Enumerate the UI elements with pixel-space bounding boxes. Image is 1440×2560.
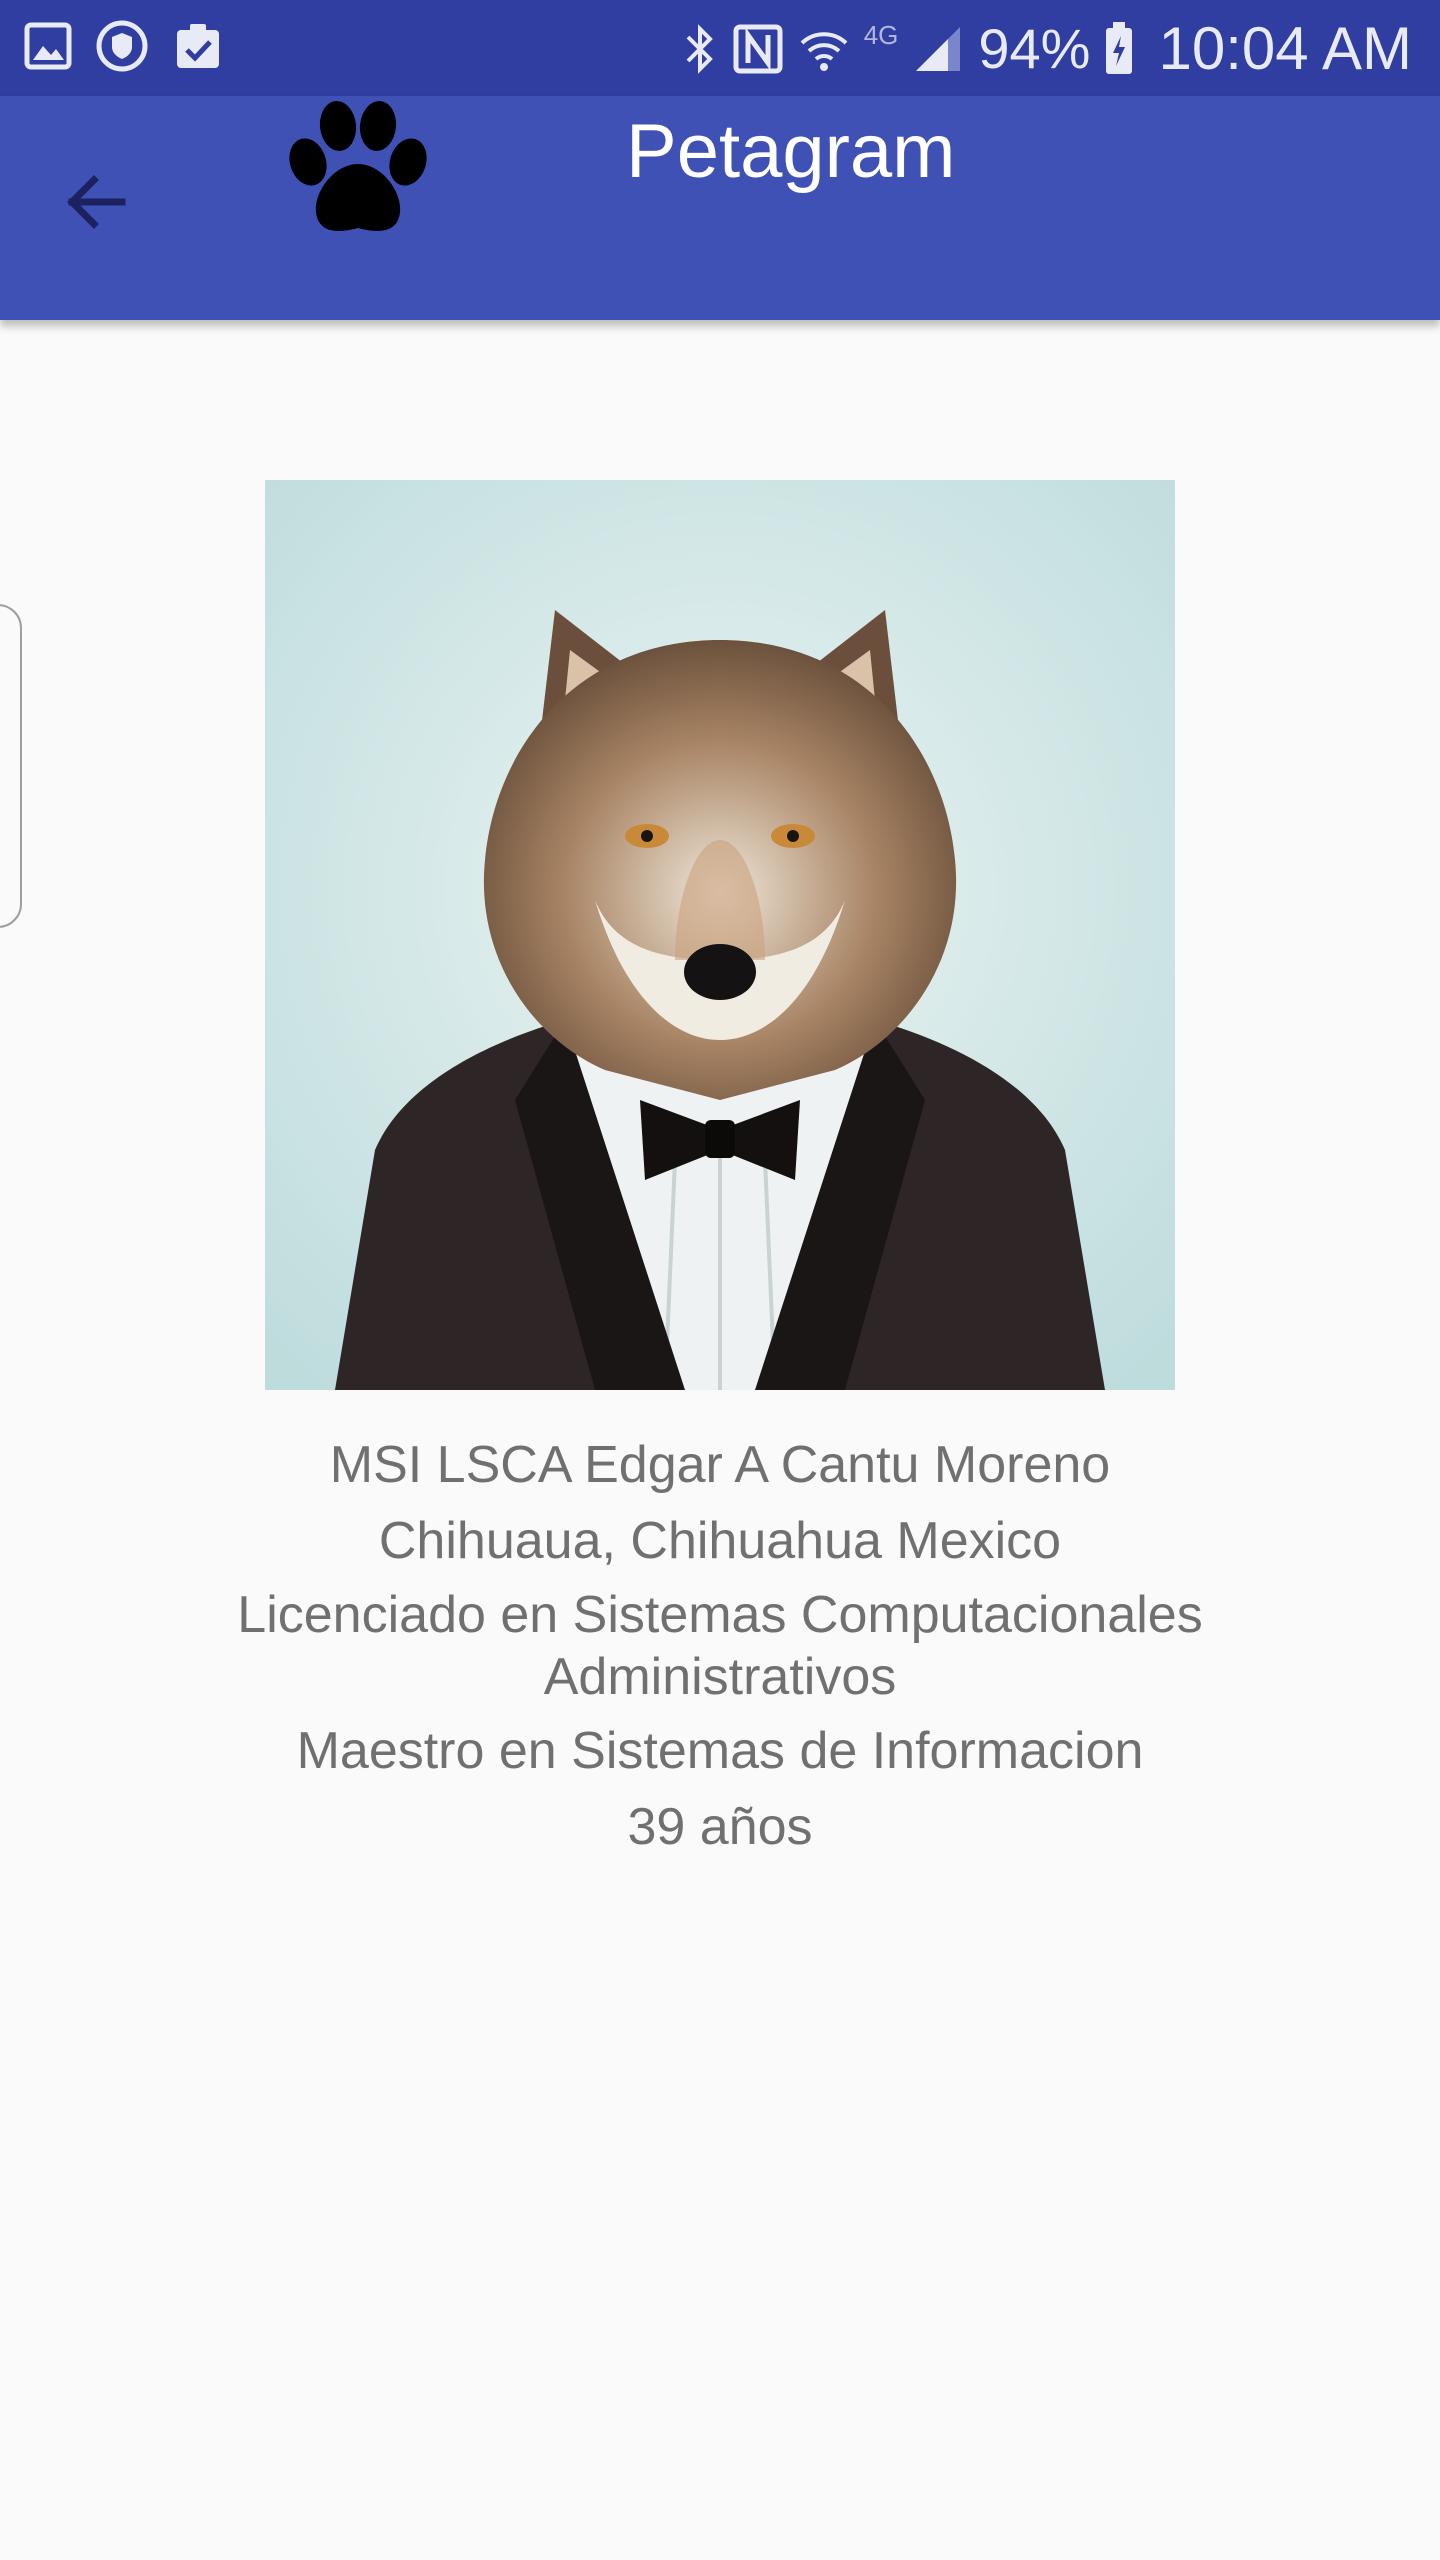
status-time: 10:04 AM [1158, 15, 1412, 82]
edge-panel-handle[interactable] [0, 604, 22, 928]
notification-icons [24, 20, 224, 72]
battery-charging-icon [1106, 21, 1133, 74]
arrow-left-icon [67, 175, 126, 229]
profile-masters: Maestro en Sistemas de Informacion [296, 1722, 1144, 1780]
app-toolbar: Petagram [0, 96, 1440, 320]
profile-degree: Licenciado en Sistemas Computacionales A… [237, 1586, 1203, 1706]
shield-icon [96, 20, 148, 72]
wolf-portrait-image [265, 480, 1175, 1390]
paw-icon [289, 101, 427, 231]
status-bar: 4G 94% 10:04 AM [0, 0, 1440, 96]
profile-details: MSI LSCA Edgar A Cantu Moreno Chihuaua, … [0, 1432, 1440, 1870]
app-title: Petagram [626, 109, 956, 194]
network-type-label: 4G [863, 20, 899, 50]
profile-name: MSI LSCA Edgar A Cantu Moreno [329, 1436, 1111, 1494]
back-button[interactable] [44, 150, 148, 254]
signal-icon [916, 26, 961, 71]
clipboard-icon [177, 24, 219, 68]
system-status: 4G 94% 10:04 AM [682, 14, 1412, 83]
profile-age: 39 años [627, 1798, 813, 1856]
gallery-icon [24, 22, 72, 70]
battery-percent: 94% [978, 17, 1091, 80]
profile-location: Chihuaua, Chihuahua Mexico [378, 1512, 1062, 1570]
bluetooth-icon [686, 23, 713, 74]
wifi-icon [800, 31, 848, 71]
nfc-icon [733, 24, 783, 73]
profile-photo [265, 480, 1175, 1390]
